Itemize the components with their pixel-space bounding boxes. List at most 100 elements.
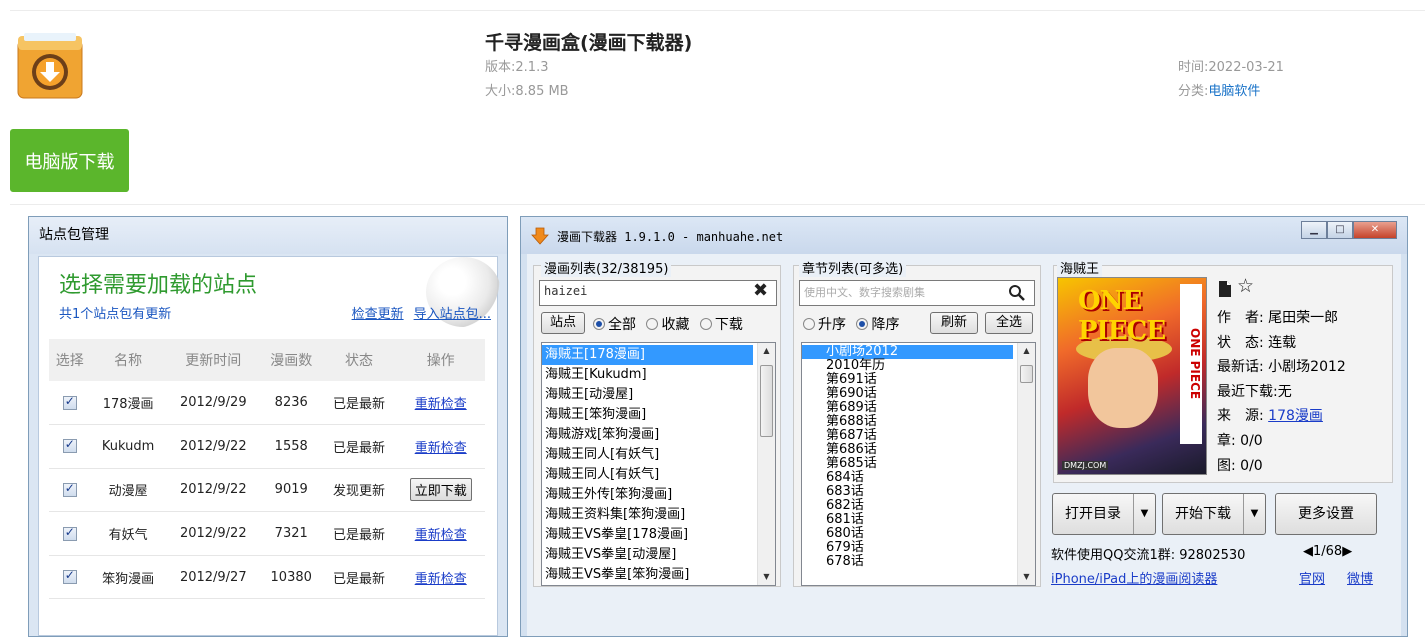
state-label: 状 态: [1217, 334, 1264, 351]
list-item[interactable]: 海贼王资料集[笨狗漫画] [542, 505, 753, 525]
search-icon[interactable] [1008, 284, 1026, 302]
radio-asc[interactable] [803, 318, 815, 330]
check-update-link[interactable]: 检查更新 [352, 307, 404, 322]
scroll-up-icon[interactable]: ▲ [758, 343, 775, 359]
list-item[interactable]: 海贼王[178漫画] [542, 345, 753, 365]
maximize-icon[interactable]: □ [1327, 221, 1353, 239]
list-item[interactable]: 第685话 [802, 457, 1013, 471]
list-item[interactable]: 678话 [802, 555, 1013, 569]
site-action[interactable]: 立即下载 [409, 478, 472, 502]
top-divider [10, 10, 1425, 11]
list-item[interactable]: 海贼王[动漫屋] [542, 385, 753, 405]
clear-search-icon[interactable]: ✖ [753, 280, 768, 301]
next-page-icon[interactable]: ▶ [1342, 544, 1352, 559]
site-name: Kukudm [90, 424, 166, 469]
column-header: 操作 [396, 339, 485, 381]
import-pack-link[interactable]: 导入站点包... [414, 307, 491, 322]
close-icon[interactable]: ✕ [1353, 221, 1397, 239]
app-icon [17, 33, 83, 99]
list-item[interactable]: 684话 [802, 471, 1013, 485]
chevron-down-icon[interactable]: ▼ [1133, 494, 1155, 534]
open-dir-split-button[interactable]: 打开目录 ▼ [1052, 493, 1156, 535]
select-all-button[interactable]: 全选 [985, 312, 1033, 334]
start-download-split-button[interactable]: 开始下载 ▼ [1162, 493, 1266, 535]
chevron-down-icon[interactable]: ▼ [1243, 494, 1265, 534]
site-status: 发现更新 [321, 468, 397, 513]
comic-search-input[interactable]: haizei [539, 280, 777, 306]
list-item[interactable]: 第689话 [802, 401, 1013, 415]
comic-listbox[interactable]: 海贼王[178漫画] 海贼王[Kukudm] 海贼王[动漫屋] 海贼王[笨狗漫画] 海贼… [541, 342, 776, 586]
list-item[interactable]: 683话 [802, 485, 1013, 499]
site-table: 选择 名称 更新时间 漫画数 状态 操作 178漫画2012/9/298236已… [49, 339, 485, 600]
chapter-scrollbar[interactable]: ▲ ▼ [1017, 343, 1035, 585]
list-item[interactable]: 小剧场2012 [802, 345, 1013, 359]
list-item[interactable]: 海贼王[笨狗漫画] [542, 405, 753, 425]
chapter-search-input[interactable]: 使用中文、数字搜索剧集 [799, 280, 1035, 306]
scroll-down-icon[interactable]: ▼ [758, 569, 775, 585]
start-download-button[interactable]: 开始下载 [1163, 494, 1243, 534]
site-action[interactable]: 重新检查 [415, 397, 467, 412]
scroll-up-icon[interactable]: ▲ [1018, 343, 1035, 359]
site-button[interactable]: 站点 [541, 312, 585, 334]
action-cell: 立即下载 [396, 468, 485, 513]
weibo-link[interactable]: 微博 [1347, 572, 1373, 587]
open-dir-button[interactable]: 打开目录 [1053, 494, 1133, 534]
list-item[interactable]: 海贼王外传[笨狗漫画] [542, 485, 753, 505]
list-item[interactable]: 海贼游戏[笨狗漫画] [542, 425, 753, 445]
recent-row: 最近下载:无 [1217, 380, 1346, 405]
window-title: 漫画下载器 1.9.1.0 - manhuahe.net [557, 230, 784, 244]
recent-value: 无 [1277, 383, 1292, 400]
filter-all-label: 全部 [608, 317, 636, 333]
scroll-down-icon[interactable]: ▼ [1018, 569, 1035, 585]
radio-download[interactable] [699, 318, 712, 330]
prev-page-icon[interactable]: ◀ [1303, 544, 1313, 559]
radio-all[interactable] [593, 318, 605, 330]
scroll-thumb[interactable] [760, 365, 773, 437]
list-item[interactable]: 海贼王VS拳皇[178漫画] [542, 525, 753, 545]
source-link[interactable]: 178漫画 [1268, 408, 1323, 424]
list-item[interactable]: 680话 [802, 527, 1013, 541]
list-item[interactable]: 海贼王[Kukudm] [542, 365, 753, 385]
iphone-reader-link[interactable]: iPhone/iPad上的漫画阅读器 [1051, 572, 1217, 587]
list-item[interactable]: 第688话 [802, 415, 1013, 429]
refresh-button[interactable]: 刷新 [930, 312, 978, 334]
minimize-icon[interactable]: ▁ [1301, 221, 1327, 239]
list-item[interactable]: 海贼王VS拳皇[笨狗漫画] [542, 565, 753, 585]
favorite-star-icon[interactable]: ☆ [1237, 275, 1254, 297]
radio-fav[interactable] [646, 318, 659, 330]
site-count: 9019 [260, 468, 322, 513]
site-checkbox[interactable] [62, 394, 77, 410]
radio-desc[interactable] [856, 318, 869, 330]
list-item[interactable]: 第691话 [802, 373, 1013, 387]
site-checkbox[interactable] [62, 568, 77, 585]
more-settings-button[interactable]: 更多设置 [1275, 493, 1377, 535]
site-action[interactable]: 重新检查 [415, 528, 467, 543]
list-item[interactable]: 2010年历 [802, 359, 1013, 373]
document-icon[interactable] [1217, 280, 1233, 298]
pc-download-button[interactable]: 电脑版下载 [10, 129, 129, 192]
list-item[interactable]: 第686话 [802, 443, 1013, 457]
comic-scrollbar[interactable]: ▲ ▼ [757, 343, 775, 585]
scroll-thumb[interactable] [1020, 365, 1033, 383]
chapter-listbox[interactable]: 小剧场2012 2010年历 第691话 第690话 第689话 第688话 第687话 第6… [801, 342, 1036, 586]
list-item[interactable]: 第687话 [802, 429, 1013, 443]
column-header: 漫画数 [260, 339, 322, 381]
image-count-label: 图: [1217, 457, 1236, 474]
list-item[interactable]: 682话 [802, 499, 1013, 513]
list-item[interactable]: 679话 [802, 541, 1013, 555]
category-link[interactable]: 电脑软件 [1208, 84, 1260, 99]
site-action[interactable]: 重新检查 [415, 441, 467, 456]
image-count-value: 0/0 [1240, 457, 1263, 474]
site-checkbox[interactable] [62, 437, 77, 454]
list-item[interactable]: 海贼王同人[有妖气] [542, 445, 753, 465]
site-checkbox[interactable] [62, 481, 77, 497]
list-item[interactable]: 681话 [802, 513, 1013, 527]
list-item[interactable]: 第690话 [802, 387, 1013, 401]
list-item[interactable]: 海贼王VS拳皇[动漫屋] [542, 545, 753, 565]
site-action[interactable]: 重新检查 [415, 572, 467, 587]
site-checkbox[interactable] [62, 525, 77, 541]
site-date: 2012/9/22 [165, 424, 261, 469]
weibo-link-row: 微博 [1347, 568, 1373, 587]
official-site-link[interactable]: 官网 [1299, 572, 1325, 587]
list-item[interactable]: 海贼王同人[有妖气] [542, 465, 753, 485]
